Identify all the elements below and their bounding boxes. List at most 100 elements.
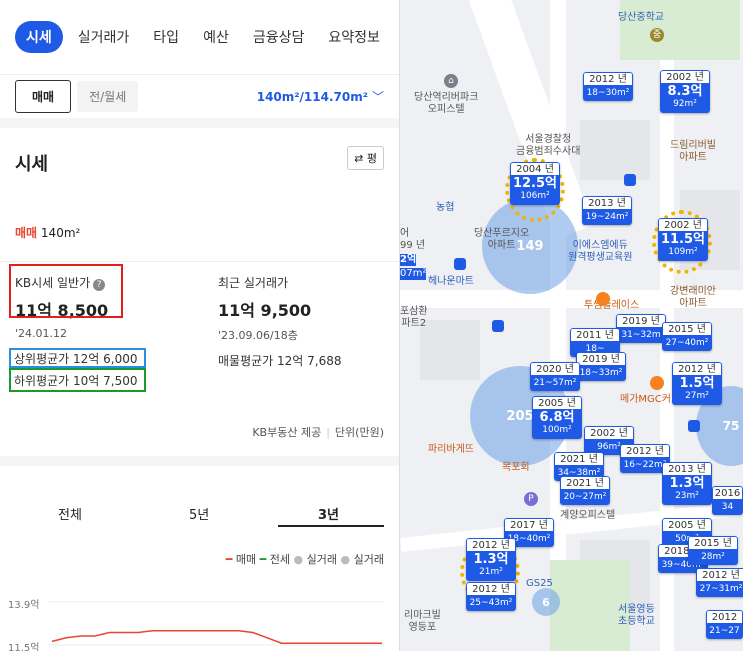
rent-button[interactable]: 전/월세 [77, 81, 139, 112]
place-label[interactable]: 계양오피스텔 [560, 510, 615, 522]
recent-price-value: 11억 9,500 [218, 301, 312, 320]
legend-actual2-marker: ● [340, 553, 351, 566]
listing-marker[interactable]: 2002 년 8.3억 92m² [660, 70, 710, 113]
edge-label[interactable]: 07m² [400, 268, 427, 280]
listing-marker[interactable]: 2012 년 18~30m² [583, 72, 633, 101]
place-label[interactable]: 투썸플레이스 [584, 300, 639, 312]
sale-button[interactable]: 매매 [15, 80, 72, 113]
tab-budget[interactable]: 예산 [194, 21, 238, 53]
road [550, 0, 566, 651]
building-block [420, 320, 480, 380]
place-label[interactable]: 리마크빌 영등포 [404, 610, 441, 634]
map-view[interactable]: 149 205 75 6 당산중학교 당산역리버파크 오피스텔 서울경찰청 금융범죄… [400, 0, 743, 651]
edge-label: 포삼환 파트2 [400, 306, 428, 329]
place-label[interactable]: 서울영등 초등학교 [618, 604, 655, 628]
legend-sale: 매매 [235, 553, 257, 566]
kb-price-date: '24.01.12 [15, 327, 68, 340]
listing-marker[interactable]: 2015 년 27~40m² [662, 322, 712, 351]
listing-marker[interactable]: 2005 년 6.8억 100m² [532, 396, 582, 439]
provider-source: KB부동산 제공 [252, 426, 322, 439]
listing-marker[interactable]: 2016 34 [712, 486, 743, 515]
bus-stop-icon[interactable] [492, 320, 504, 332]
place-label[interactable]: 드림리버빌 아파트 [670, 140, 716, 164]
price-section-header: 시세 ⇄ 평 [0, 128, 399, 204]
series-sale-line [51, 629, 382, 644]
place-label[interactable]: 강변래미안 아파트 [670, 286, 716, 310]
listing-marker[interactable]: 2013 년 1.3억 23m² [662, 462, 712, 505]
chart-legend: ━ 매매 ━ 전세 ● 실거래 ● 실거래 [226, 551, 384, 567]
data-provider: KB부동산 제공 | 단위(만원) [252, 424, 384, 440]
bus-stop-icon[interactable] [688, 420, 700, 432]
section-title: 시세 [15, 154, 49, 175]
listing-marker[interactable]: 2012 년 1.5억 27m² [672, 362, 722, 405]
listing-marker[interactable]: 2015 년 28m² [688, 536, 738, 565]
listing-marker[interactable]: 2004 년 12.5억 106m² [510, 162, 560, 205]
tab-type[interactable]: 타입 [144, 21, 188, 53]
place-label[interactable]: 당산중학교 [618, 12, 664, 24]
tab-bar: 시세 실거래가 타입 예산 금융상담 요약정보 [0, 0, 399, 74]
edge-label[interactable]: 2억 [400, 254, 417, 266]
recent-price-column: 최근 실거래가 11억 9,500 '23.09.06/18층 [218, 274, 311, 343]
place-label[interactable]: 서울경찰청 금융범죄수사대 [516, 134, 580, 158]
tab-price[interactable]: 시세 [15, 21, 63, 53]
area-selector-label: 140m²/114.70m² [256, 90, 368, 104]
listing-marker[interactable]: 2019 년 18~33m² [576, 352, 626, 381]
range-tab-indicator [278, 525, 384, 527]
place-label[interactable]: 당산역리버파크 오피스텔 [414, 92, 478, 116]
legend-jeonse-marker: ━ [259, 553, 267, 566]
upper-highlight-box [9, 348, 146, 368]
listing-marker[interactable]: 2012 년 1.3억 21m² [466, 538, 516, 581]
listing-marker[interactable]: 2019 년 31~32m [616, 314, 666, 343]
listing-marker[interactable]: 2002 년 11.5억 109m² [658, 218, 708, 261]
range-tab-3y[interactable]: 3년 [318, 504, 339, 523]
separator: | [326, 426, 330, 439]
kb-highlight-box [9, 264, 123, 318]
listing-marker[interactable]: 2013 년 19~24m² [582, 196, 632, 225]
divider [0, 456, 399, 466]
place-label[interactable]: 헤나운마트 [428, 276, 474, 288]
deal-type-row: 매매 140m² [0, 204, 399, 262]
cafe-icon[interactable] [596, 292, 610, 306]
cafe-icon[interactable] [650, 376, 664, 390]
park-area [620, 0, 740, 60]
recent-price-date: '23.09.06/18층 [218, 329, 298, 342]
lower-highlight-box [9, 368, 146, 392]
tab-summary[interactable]: 요약정보 [319, 21, 389, 53]
tab-finance[interactable]: 금융상담 [244, 21, 314, 53]
deal-filter-bar: 매매 전/월세 140m²/114.70m² ﹀ [0, 74, 399, 118]
parking-icon[interactable]: P [524, 492, 538, 506]
area-selector[interactable]: 140m²/114.70m² ﹀ [257, 88, 384, 105]
place-label[interactable]: GS25 [526, 578, 553, 590]
place-label[interactable]: 목포회 [502, 462, 530, 474]
listing-marker[interactable]: 2012 년 27~31m² [696, 568, 743, 597]
listing-marker[interactable]: 2012 21~27 [706, 610, 743, 639]
pyeong-label: 평 [366, 152, 377, 165]
place-label[interactable]: 파리바게뜨 [428, 444, 474, 456]
legend-jeonse: 전세 [269, 553, 291, 566]
legend-actual2: 실거래 [353, 553, 384, 566]
bus-stop-icon[interactable] [624, 174, 636, 186]
building-icon[interactable]: ⌂ [444, 74, 458, 88]
recent-price-label: 최근 실거래가 [218, 276, 289, 290]
legend-sale-marker: ━ [225, 553, 233, 566]
chevron-down-icon: ﹀ [371, 90, 384, 104]
divider [0, 118, 399, 128]
range-tab-all[interactable]: 전체 [58, 504, 82, 523]
range-tab-5y[interactable]: 5년 [189, 504, 209, 523]
bus-stop-icon[interactable] [454, 258, 466, 270]
tab-actual-transactions[interactable]: 실거래가 [69, 21, 139, 53]
cluster-6[interactable]: 6 [532, 588, 560, 616]
place-label[interactable]: 농협 [436, 202, 454, 214]
price-chart [48, 601, 384, 646]
school-icon[interactable]: 중 [650, 28, 664, 42]
side-panel: 시세 실거래가 타입 예산 금융상담 요약정보 매매 전/월세 140m²/11… [0, 0, 400, 651]
provider-unit: 단위(만원) [334, 426, 384, 439]
place-label[interactable]: 메가MGC커 [620, 394, 671, 406]
pyeong-toggle-button[interactable]: ⇄ 평 [347, 146, 384, 170]
building-block [580, 120, 650, 180]
listing-marker[interactable]: 2021 년 20~27m² [560, 476, 610, 505]
place-label[interactable]: 이에스엠에듀 원격평생교육원 [568, 240, 632, 264]
listing-marker[interactable]: 2012 년 25~43m² [466, 582, 516, 611]
place-label[interactable]: 당산푸르지오 아파트 [474, 228, 529, 252]
listing-marker[interactable]: 2020 년 21~57m² [530, 362, 580, 391]
